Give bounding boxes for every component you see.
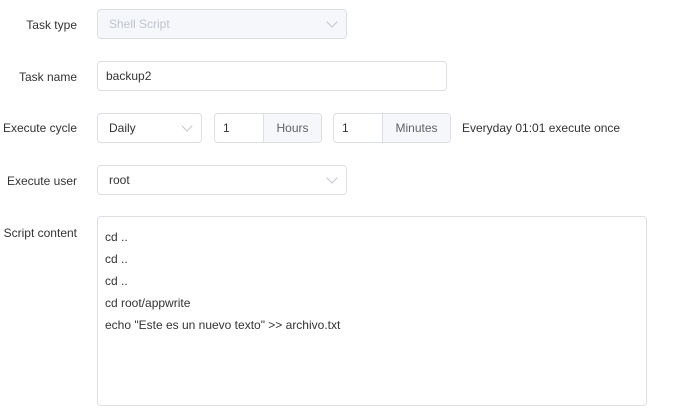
task-name-label: Task name: [18, 70, 77, 84]
execute-user-value: root: [109, 173, 130, 187]
hours-input-group: 1 Hours: [214, 113, 322, 143]
script-line: cd ..: [105, 230, 128, 244]
cycle-summary: Everyday 01:01 execute once: [462, 121, 621, 135]
task-name-value: backup2: [106, 69, 152, 83]
script-line: cd ..: [105, 274, 128, 288]
execute-user-select[interactable]: root: [97, 165, 347, 195]
hours-input[interactable]: 1: [215, 114, 264, 142]
script-line: cd root/appwrite: [105, 296, 191, 310]
script-line: echo "Este es un nuevo texto" >> archivo…: [105, 318, 341, 332]
cycle-period-select[interactable]: Daily: [97, 113, 202, 143]
task-name-input[interactable]: backup2: [97, 61, 447, 91]
script-content-label: Script content: [3, 226, 77, 240]
task-type-value: Shell Script: [109, 17, 170, 31]
chevron-down-icon: [326, 172, 338, 184]
task-type-select[interactable]: Shell Script: [97, 9, 347, 39]
chevron-down-icon: [181, 120, 193, 132]
script-content-textarea[interactable]: cd .. cd .. cd .. cd root/appwrite echo …: [97, 216, 647, 406]
chevron-down-icon: [326, 16, 338, 28]
hours-addon: Hours: [264, 114, 321, 142]
cycle-period-value: Daily: [109, 121, 136, 135]
execute-user-label: Execute user: [6, 174, 77, 188]
script-line: cd ..: [105, 252, 128, 266]
task-type-label: Task type: [26, 18, 77, 32]
minutes-input-group: 1 Minutes: [333, 113, 451, 143]
minutes-input[interactable]: 1: [334, 114, 383, 142]
minutes-addon: Minutes: [383, 114, 450, 142]
execute-cycle-label: Execute cycle: [2, 121, 77, 135]
